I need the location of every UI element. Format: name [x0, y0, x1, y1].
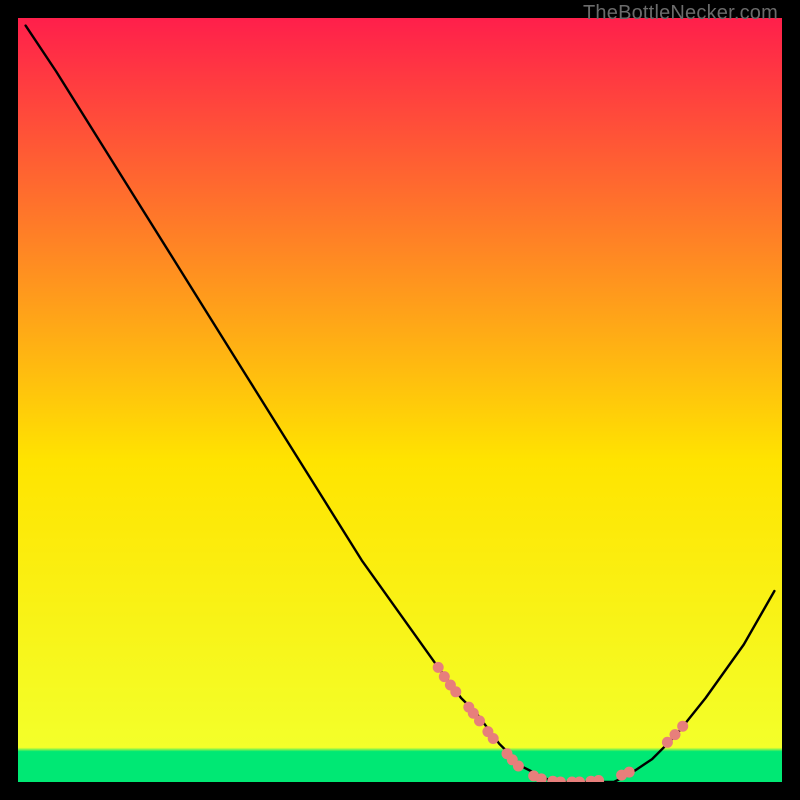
marker-dot: [513, 761, 524, 772]
bottleneck-chart: [18, 18, 782, 782]
watermark-text: TheBottleNecker.com: [583, 2, 778, 25]
marker-dot: [450, 686, 461, 697]
marker-dot: [670, 729, 681, 740]
chart-frame: [18, 18, 782, 782]
marker-dot: [474, 715, 485, 726]
marker-dot: [624, 767, 635, 778]
marker-dot: [677, 721, 688, 732]
marker-dot: [488, 733, 499, 744]
marker-dot: [433, 662, 444, 673]
gradient-background: [18, 18, 782, 782]
